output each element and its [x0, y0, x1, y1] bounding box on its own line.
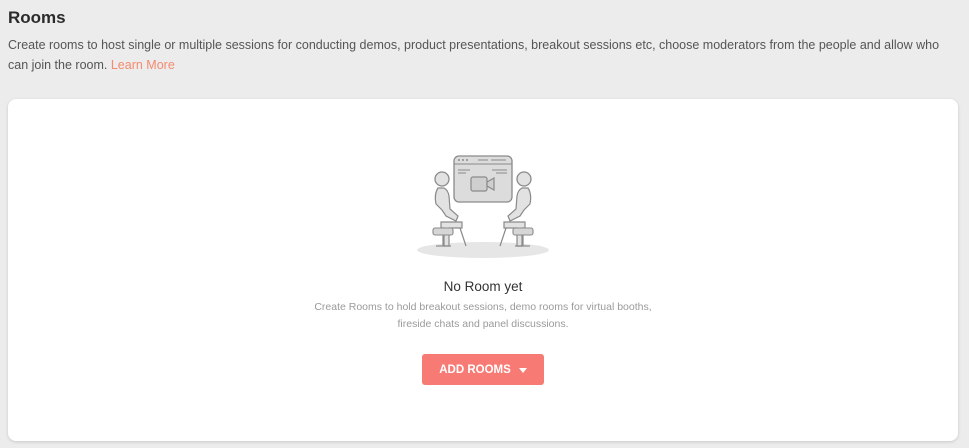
rooms-empty-card: No Room yet Create Rooms to hold breakou…: [8, 99, 958, 441]
caret-down-icon: [518, 367, 527, 373]
video-meeting-illustration: [417, 155, 549, 258]
empty-state-description-line: fireside chats and panel discussions.: [397, 318, 569, 330]
empty-state-title: No Room yet: [443, 279, 523, 294]
page-header: Rooms Create rooms to host single or mul…: [8, 8, 958, 75]
learn-more-link[interactable]: Learn More: [111, 58, 175, 72]
add-rooms-button[interactable]: ADD ROOMS: [422, 354, 544, 385]
empty-state-description: Create Rooms to hold breakout sessions, …: [8, 299, 958, 333]
add-rooms-label: ADD ROOMS: [439, 363, 511, 376]
empty-state-description-line: Create Rooms to hold breakout sessions, …: [314, 301, 652, 313]
page-description: Create rooms to host single or multiple …: [8, 35, 958, 75]
page-title: Rooms: [8, 8, 66, 27]
